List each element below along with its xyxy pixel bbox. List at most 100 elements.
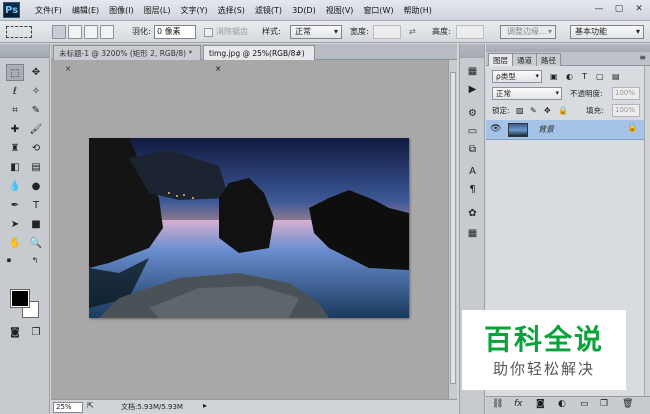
eyedropper-tool-icon[interactable]: ✎ (27, 102, 45, 119)
menu-layer[interactable]: 图层(L) (139, 0, 176, 21)
default-colors-icon[interactable]: ▪ (4, 252, 14, 269)
strip-grip[interactable] (460, 44, 484, 58)
status-arrow-icon[interactable]: ▸ (203, 401, 207, 410)
blur-tool-icon[interactable]: 💧 (6, 178, 24, 195)
screen-mode-icon[interactable]: ❐ (27, 324, 45, 341)
close-tab-icon[interactable]: × (215, 64, 221, 73)
close-button[interactable]: ✕ (632, 3, 646, 16)
pen-tool-icon[interactable]: ✒ (6, 197, 24, 214)
zoom-tool-icon[interactable]: 🔍 (27, 235, 45, 252)
close-tab-icon[interactable]: × (65, 64, 71, 73)
swap-icon[interactable]: ⇄ (409, 25, 416, 39)
new-group-icon[interactable]: ▭ (580, 399, 589, 409)
filter-adjust-icon[interactable]: ◐ (566, 70, 573, 83)
properties-panel-icon[interactable]: ▭ (464, 124, 481, 140)
tab-paths[interactable]: 路径 (536, 53, 561, 66)
menu-file[interactable]: 文件(F) (30, 0, 67, 21)
brush-tool-icon[interactable]: 🖌 (27, 121, 45, 138)
delete-layer-icon[interactable]: 🗑 (622, 399, 633, 409)
opacity-input[interactable]: 100% (612, 87, 640, 100)
history-panel-icon[interactable]: ▦ (464, 64, 481, 80)
toolbox-grip[interactable] (0, 44, 49, 58)
filter-shape-icon[interactable]: ▢ (596, 70, 604, 83)
layers-grip[interactable] (486, 44, 650, 52)
layer-style-icon[interactable]: fx (514, 399, 523, 409)
intersect-selection-icon[interactable] (100, 25, 114, 39)
new-selection-icon[interactable] (52, 25, 66, 39)
tab-layers[interactable]: 图层 (488, 53, 513, 66)
lock-paint-icon[interactable]: ✎ (530, 104, 537, 117)
filter-pixel-icon[interactable]: ▣ (550, 70, 558, 83)
antialias-checkbox[interactable] (204, 28, 213, 37)
menu-select[interactable]: 选择(S) (213, 0, 250, 21)
fill-input[interactable]: 100% (612, 104, 640, 117)
foreground-color-swatch[interactable] (10, 289, 30, 308)
menu-window[interactable]: 窗口(W) (358, 0, 398, 21)
rect-marquee-tool-icon[interactable]: ⬚ (6, 64, 24, 81)
vertical-scrollbar[interactable] (448, 60, 457, 399)
swap-colors-icon[interactable]: ↰ (30, 252, 40, 269)
menu-type[interactable]: 文字(Y) (175, 0, 212, 21)
eraser-tool-icon[interactable]: ◧ (6, 159, 24, 176)
zoom-level-input[interactable]: 25% (53, 402, 83, 413)
filter-smart-icon[interactable]: ▤ (612, 70, 620, 83)
feather-input[interactable]: 0 像素 (154, 25, 196, 39)
menu-help[interactable]: 帮助(H) (399, 0, 437, 21)
menu-edit[interactable]: 编辑(E) (67, 0, 104, 21)
quick-mask-icon[interactable]: ◙ (6, 324, 24, 341)
workspace-select[interactable]: 基本功能 (570, 25, 644, 39)
marquee-preset-icon[interactable] (6, 26, 32, 38)
history-brush-tool-icon[interactable]: ⟲ (27, 140, 45, 157)
clone-stamp-tool-icon[interactable]: ♜ (6, 140, 24, 157)
clone-source-panel-icon[interactable]: ⧉ (464, 142, 481, 158)
character-panel-icon[interactable]: A (464, 164, 481, 180)
magic-wand-tool-icon[interactable]: ✧ (27, 83, 45, 100)
style-select[interactable]: 正常 (290, 25, 342, 39)
refine-edge-button[interactable]: 调整边缘... (500, 25, 556, 39)
swatches-panel-icon[interactable]: ✿ (464, 206, 481, 222)
doc-tab-untitled[interactable]: 未标题-1 @ 3200% (矩形 2, RGB/8) * × (53, 45, 201, 73)
maximize-button[interactable]: ▢ (612, 3, 626, 16)
lock-position-icon[interactable]: ✥ (544, 104, 551, 117)
path-select-tool-icon[interactable]: ➤ (6, 216, 24, 233)
lock-pixels-icon[interactable]: ▨ (516, 104, 524, 117)
actions-panel-icon[interactable]: ▶ (464, 82, 481, 98)
gradient-tool-icon[interactable]: ▤ (27, 159, 45, 176)
add-mask-icon[interactable]: ◙ (536, 399, 545, 409)
shape-tool-icon[interactable]: ■ (27, 216, 45, 233)
blend-mode-select[interactable]: 正常 (492, 87, 562, 100)
healing-brush-tool-icon[interactable]: ✚ (6, 121, 24, 138)
filter-type-icon[interactable]: T (582, 70, 587, 83)
visibility-eye-icon[interactable]: 👁 (490, 124, 501, 134)
lock-all-icon[interactable]: 🔒 (558, 104, 568, 117)
crop-tool-icon[interactable]: ⌗ (6, 102, 24, 119)
panel-menu-icon[interactable]: ≡ (639, 53, 646, 62)
menu-filter[interactable]: 滤镜(T) (250, 0, 287, 21)
layer-row-background[interactable]: 👁 背景 🔒 (486, 120, 644, 140)
new-layer-icon[interactable]: ❐ (600, 399, 608, 409)
menu-3d[interactable]: 3D(D) (287, 0, 321, 21)
tab-channels[interactable]: 通道 (512, 53, 537, 66)
doc-tab-timg[interactable]: timg.jpg @ 25%(RGB/8#) × (203, 45, 315, 73)
add-selection-icon[interactable] (68, 25, 82, 39)
adjustment-layer-icon[interactable]: ◐ (558, 399, 566, 409)
adjustments-panel-icon[interactable]: ⚙ (464, 106, 481, 122)
kind-filter-select[interactable]: ρ类型 (492, 70, 542, 83)
dodge-tool-icon[interactable]: ● (27, 178, 45, 195)
hand-tool-icon[interactable]: ✋ (6, 235, 24, 252)
menu-view[interactable]: 视图(V) (321, 0, 359, 21)
type-tool-icon[interactable]: T (27, 197, 45, 214)
image-canvas[interactable] (89, 138, 409, 318)
grid-panel-icon[interactable]: ▦ (464, 226, 481, 242)
move-tool-icon[interactable]: ✥ (27, 64, 45, 81)
width-input[interactable] (373, 25, 401, 39)
height-input[interactable] (456, 25, 484, 39)
paragraph-panel-icon[interactable]: ¶ (464, 182, 481, 198)
subtract-selection-icon[interactable] (84, 25, 98, 39)
scroll-thumb[interactable] (450, 72, 456, 384)
layers-scrollbar[interactable] (644, 66, 650, 396)
menu-image[interactable]: 图像(I) (104, 0, 139, 21)
link-layers-icon[interactable]: ⛓ (492, 399, 503, 409)
status-menu-icon[interactable]: ⇱ (87, 401, 94, 410)
minimize-button[interactable]: — (592, 3, 606, 16)
